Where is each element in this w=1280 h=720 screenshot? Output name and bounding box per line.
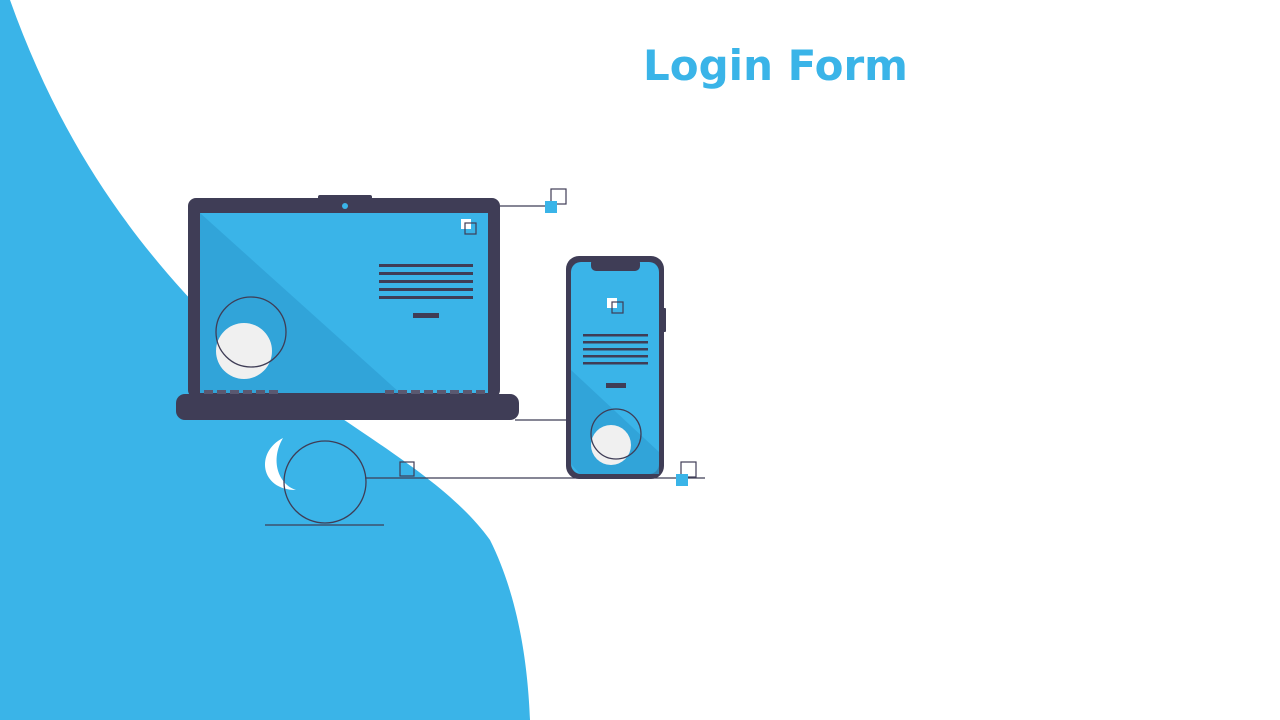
ground-circle-decoration [265, 438, 384, 526]
login-form-screen: Login Form [0, 0, 1280, 720]
laptop-base [176, 394, 519, 420]
square-filled-2 [676, 474, 688, 486]
smartphone-icon [566, 256, 666, 479]
devices-illustration [176, 188, 705, 526]
phone-notch [591, 258, 640, 271]
camera-dot [342, 203, 348, 209]
laptop-avatar-fill [216, 323, 272, 379]
laptop-icon [176, 195, 519, 420]
crescent-shape [265, 438, 296, 490]
square-filled-1 [545, 201, 557, 213]
square-outline-2 [399, 461, 415, 477]
